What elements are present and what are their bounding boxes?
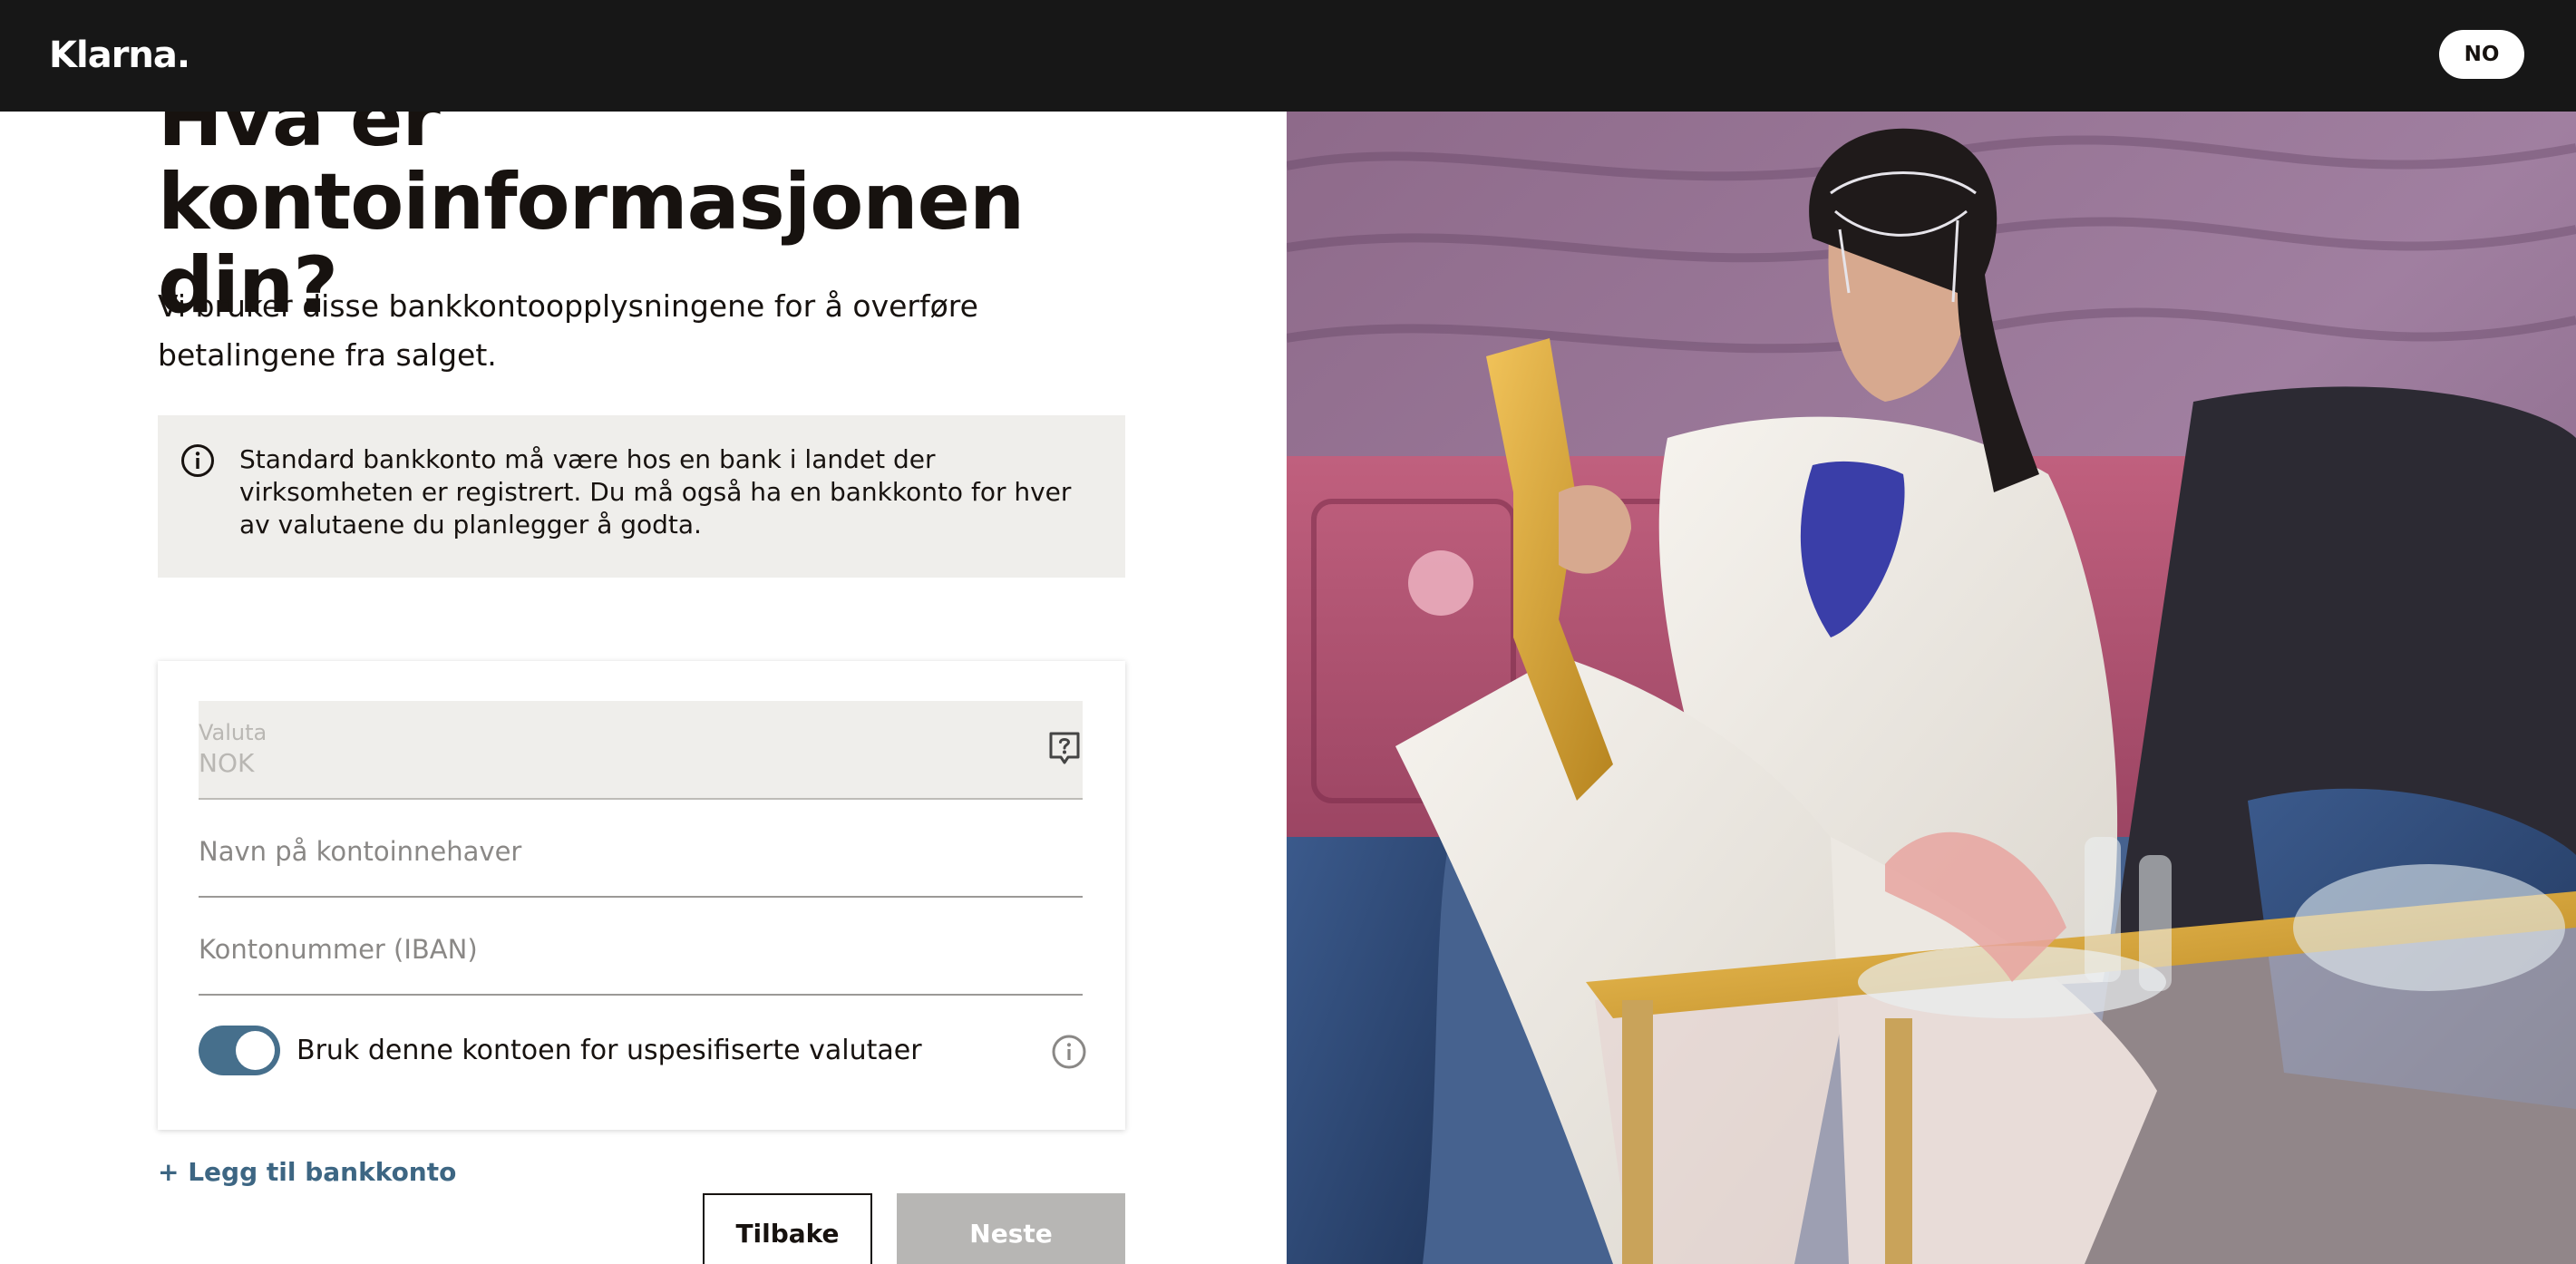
toggle-label: Bruk denne kontoen for uspesifiserte val… [296, 1035, 922, 1066]
iban-input[interactable] [199, 934, 1083, 965]
info-banner: Standard bankkonto må være hos en bank i… [158, 415, 1125, 578]
hero-photo-illustration [1287, 112, 2576, 1264]
page-description: Vi bruker disse bankkontoopplysningene f… [158, 288, 978, 373]
info-icon[interactable] [1051, 1034, 1087, 1070]
iban-field [199, 898, 1083, 996]
account-holder-field [199, 800, 1083, 898]
klarna-logo[interactable]: Klarna. [49, 31, 190, 80]
currency-value: NOK [199, 748, 255, 778]
question-icon[interactable] [1046, 730, 1083, 766]
main-content: Hva er kontoinformasjonen din? Vi bruker… [0, 112, 1287, 1264]
toggle-knob [236, 1031, 275, 1070]
back-button[interactable]: Tilbake [703, 1193, 872, 1264]
currency-field[interactable]: Valuta NOK [199, 701, 1083, 800]
account-holder-input[interactable] [199, 836, 1083, 867]
default-currency-toggle[interactable] [199, 1026, 280, 1075]
top-bar: Klarna. NO [0, 0, 2576, 112]
add-bank-account-link[interactable]: + Legg til bankkonto [158, 1157, 456, 1187]
hero-photo [1287, 112, 2576, 1264]
currency-label: Valuta [199, 720, 267, 745]
language-button[interactable]: NO [2439, 30, 2524, 79]
info-banner-text: Standard bankkonto må være hos en bank i… [239, 444, 1072, 540]
next-button[interactable]: Neste [897, 1193, 1125, 1264]
bank-account-form: Valuta NOK Bruk denne kontoen for uspesi… [158, 661, 1125, 1130]
info-icon [181, 444, 214, 477]
